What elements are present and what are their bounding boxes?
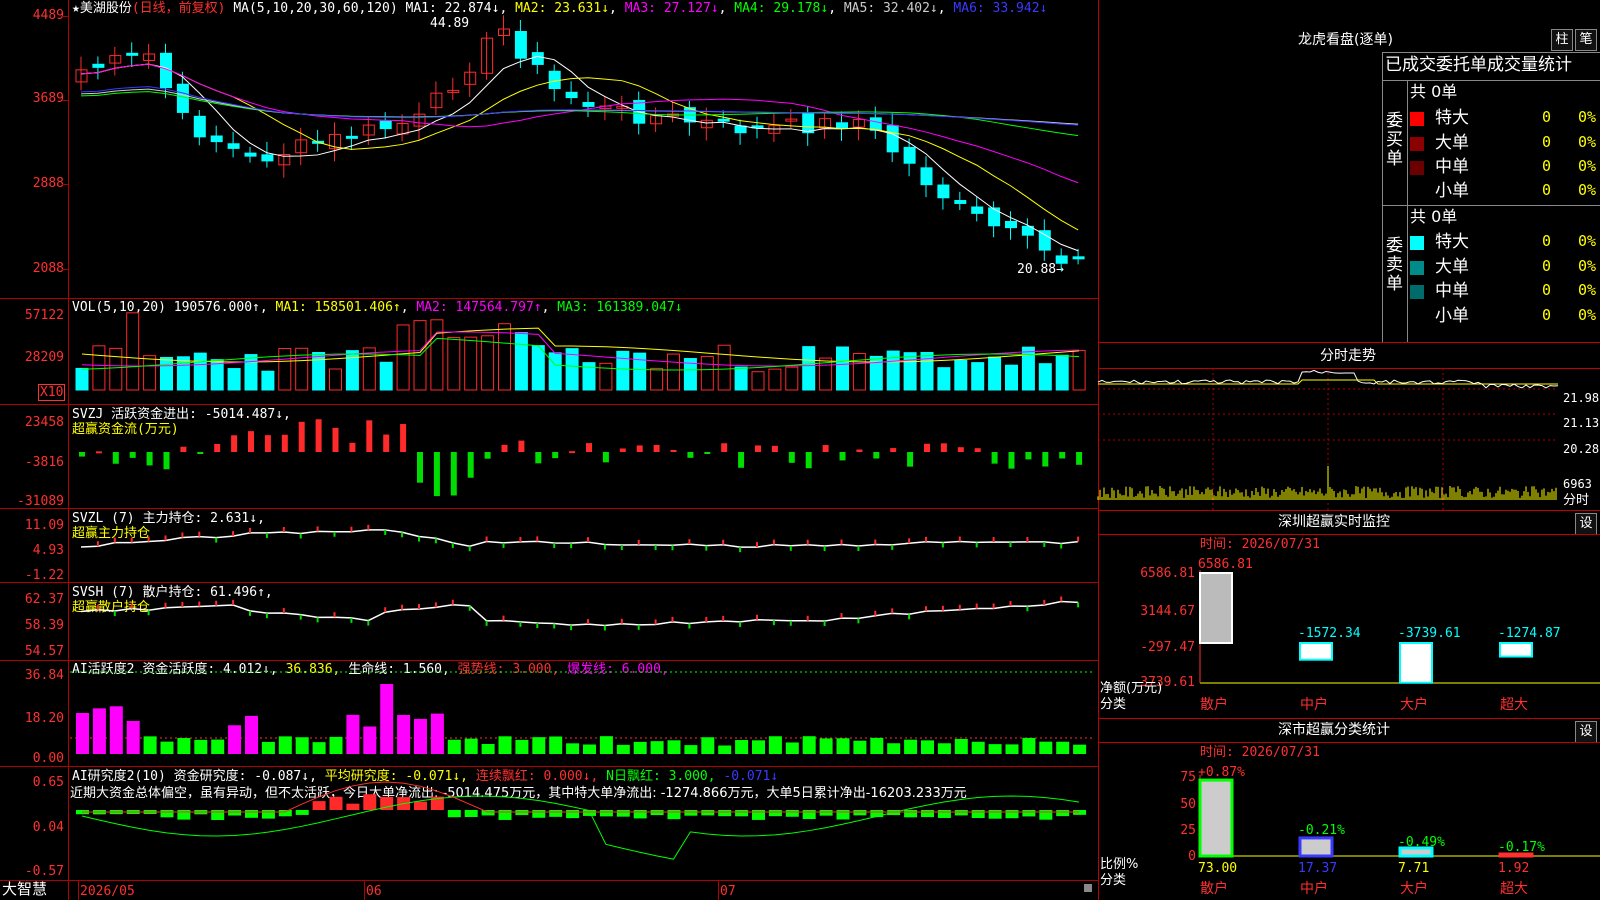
- sz-monitor-category: 中户: [1300, 697, 1328, 713]
- sz-monitor-value-label: -1572.34: [1298, 626, 1361, 641]
- sz-monitor-category: 超大: [1500, 697, 1528, 713]
- sz-monitor-chart[interactable]: [0, 0, 1600, 900]
- sz-class-ytick: 25: [1180, 823, 1196, 838]
- sz-class-change-label: -0.17%: [1498, 840, 1545, 855]
- sz-monitor-category: 散户: [1200, 697, 1228, 713]
- sz-monitor-bar: [1299, 642, 1333, 661]
- sz-class-ytick: 75: [1180, 770, 1196, 785]
- sz-monitor-bar: [1499, 642, 1533, 658]
- sz-monitor-bar: [1199, 572, 1233, 644]
- sz-class-bar: [1298, 836, 1334, 858]
- sz-monitor-value-label: 6586.81: [1198, 557, 1253, 572]
- sz-class-category: 中户: [1300, 881, 1328, 897]
- sz-class-title: 深市超赢分类统计: [1278, 722, 1390, 738]
- sz-class-category: 超大: [1500, 881, 1528, 897]
- sz-monitor-bar: [1399, 642, 1433, 684]
- sz-class-ytick: 0: [1188, 849, 1196, 864]
- sz-class-ratio-label: 1.92: [1498, 861, 1530, 876]
- sz-class-settings-button[interactable]: 设: [1575, 721, 1597, 743]
- sz-monitor-category: 大户: [1400, 697, 1428, 713]
- sz-class-ratio-label: 7.71: [1398, 861, 1430, 876]
- sz-class-category: 大户: [1400, 881, 1428, 897]
- sz-class-unit2: 分类: [1100, 873, 1127, 888]
- sz-class-bar: [1198, 778, 1234, 858]
- sz-class-ratio-label: 73.00: [1198, 861, 1238, 876]
- sz-class-change-label: -0.49%: [1398, 835, 1445, 850]
- sz-class-change-label: -0.21%: [1298, 823, 1345, 838]
- sz-class-ratio-label: 17.37: [1298, 861, 1338, 876]
- sz-class-category: 散户: [1200, 881, 1228, 897]
- sz-class-unit: 比例%: [1100, 857, 1139, 872]
- sz-class-ytick: 50: [1180, 797, 1196, 812]
- sz-class-change-label: +0.87%: [1198, 765, 1245, 780]
- sz-class-time: 时间: 2026/07/31: [1200, 745, 1320, 760]
- sz-monitor-value-label: -3739.61: [1398, 626, 1461, 641]
- sz-monitor-value-label: -1274.87: [1498, 626, 1561, 641]
